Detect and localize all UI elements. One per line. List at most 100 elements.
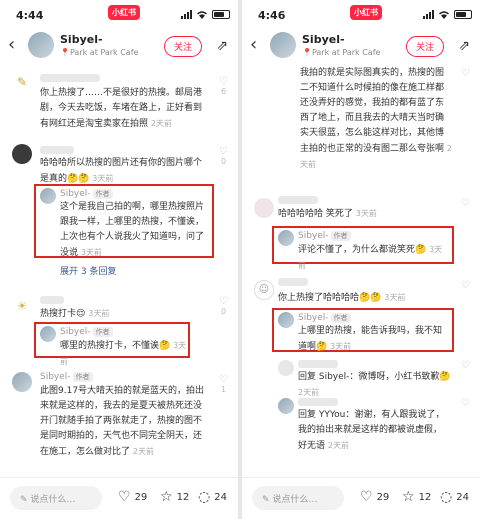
comment-text: 热搜打卡😌 3天前: [40, 309, 110, 319]
share-icon[interactable]: ⇗: [458, 38, 470, 54]
user-avatar[interactable]: [254, 198, 274, 218]
header: ‹ Sibyel- 📍Park at Park Cafe 关注 ⇗: [0, 28, 238, 64]
author-avatar[interactable]: [270, 32, 296, 58]
username-blur: [278, 196, 318, 204]
reply-item[interactable]: Sibyel- 作者 哪里的热搜打卡，不懂诶🤔 3天前: [0, 324, 238, 366]
comment-button[interactable]: ◌ 24: [198, 490, 227, 504]
reply-text: 这个是我自己拍的啊，哪里热搜照片跟我一样，上哪里的热搜，不懂诶，上次也有个人说我…: [60, 202, 205, 258]
heart-icon: ♡: [118, 489, 131, 505]
chat-icon: ◌: [440, 489, 453, 505]
like-icon[interactable]: ♡ 0: [219, 146, 228, 166]
reply-text: 回复 Sibyel-：微博呀，小红书致歉🤔 2天前: [298, 372, 451, 397]
status-bar: 4:46 小红书: [242, 0, 480, 28]
user-avatar[interactable]: [12, 144, 32, 164]
username-blur: [298, 398, 338, 406]
comment-text: 哈哈哈所以热搜的图片还有你的图片哪个是真的🤔🤔 3天前: [40, 158, 203, 184]
sun-icon: ☀: [12, 296, 32, 316]
comment-text: 你上热搜了哈哈哈哈🤔🤔 3天前: [278, 293, 406, 303]
reply-author: Sibyel- 作者: [298, 231, 351, 241]
username-blur: [40, 146, 74, 154]
follow-button[interactable]: 关注: [405, 36, 444, 57]
comment-list: ✎ 你上热搜了……不是很好的热搜。邮局港剧，今天去吃饭，车堵在路上，正好看到有网…: [0, 64, 238, 477]
like-icon[interactable]: ♡ 0: [219, 296, 228, 316]
reply-text: 哪里的热搜打卡，不懂诶🤔 3天前: [60, 341, 187, 366]
comment-item[interactable]: 哈哈哈哈哈 笑死了 3天前 ♡: [242, 196, 480, 222]
reply-text: 上哪里的热搜，能告诉我吗，我不知道啊🤔 3天前: [298, 326, 443, 352]
status-time: 4:46: [258, 9, 286, 22]
location-label: 📍Park at Park Cafe: [302, 48, 381, 57]
header: ‹ Sibyel- 📍Park at Park Cafe 关注 ⇗: [242, 28, 480, 64]
reply-item[interactable]: Sibyel- 作者 这个是我自己拍的啊，哪里热搜照片跟我一样，上哪里的热搜，不懂…: [0, 186, 238, 258]
reply-author: Sibyel- 作者: [60, 189, 113, 199]
bottom-bar: ✎ 说点什么… ♡ 29 ☆ 12 ◌ 24: [0, 477, 238, 519]
bottom-bar: ✎ 说点什么… ♡ 29 ☆ 12 ◌ 24: [242, 477, 480, 519]
star-icon: ☆: [402, 489, 415, 505]
share-icon[interactable]: ⇗: [216, 38, 228, 54]
author-avatar[interactable]: [28, 32, 54, 58]
signal-icon: [181, 10, 192, 19]
reply-item[interactable]: Sibyel- 作者 评论不懂了，为什么都说笑死🤔 3天前: [242, 228, 480, 270]
like-icon[interactable]: ♡: [461, 280, 470, 291]
wifi-icon: [197, 11, 207, 19]
comment-item[interactable]: Sibyel- 作者 此图9.17号大晴天拍的就是蓝天的，拍出来就是这样的，我去的…: [0, 368, 238, 477]
author-avatar[interactable]: [40, 326, 56, 342]
like-icon[interactable]: ♡: [461, 360, 470, 371]
username-blur: [298, 360, 338, 368]
like-button[interactable]: ♡ 29: [118, 490, 147, 504]
author-avatar[interactable]: [278, 312, 294, 328]
location-label: 📍Park at Park Cafe: [60, 48, 139, 57]
like-icon[interactable]: ♡: [461, 198, 470, 209]
author-avatar[interactable]: [40, 188, 56, 204]
heart-icon: ♡: [360, 489, 373, 505]
user-avatar[interactable]: [278, 360, 294, 376]
app-badge: 小红书: [350, 5, 382, 20]
back-icon[interactable]: ‹: [8, 36, 15, 54]
like-icon[interactable]: ♡ 1: [219, 374, 228, 394]
author-avatar[interactable]: [12, 372, 32, 392]
comment-item[interactable]: ☺ 你上热搜了哈哈哈哈🤔🤔 3天前 ♡: [242, 274, 480, 304]
reply-item[interactable]: Sibyel- 作者 上哪里的热搜，能告诉我吗，我不知道啊🤔 3天前: [242, 310, 480, 352]
reply-text: 回复 YYYou：谢谢，有人跟我说了，我的拍出来就是这样的都被说虚假，好无语 2…: [298, 410, 445, 451]
comment-item[interactable]: ✎ 你上热搜了……不是很好的热搜。邮局港剧，今天去吃饭，车堵在路上，正好看到有网…: [0, 70, 238, 130]
comment-author: Sibyel- 作者: [40, 372, 93, 382]
username-blur: [278, 278, 308, 286]
left-screenshot: 4:44 小红书 ‹ Sibyel- 📍Park at Park Cafe 关注…: [0, 0, 238, 519]
reply-author: Sibyel- 作者: [60, 327, 113, 337]
battery-icon: [212, 10, 230, 19]
comment-input[interactable]: ✎ 说点什么…: [10, 486, 102, 510]
back-icon[interactable]: ‹: [250, 36, 257, 54]
comment-list: 我拍的就是实际图真实的，热搜的图二不知道什么时候拍的像在施工样都还没弄好的感觉，…: [242, 64, 480, 477]
favorite-button[interactable]: ☆ 12: [160, 490, 189, 504]
expand-replies-link[interactable]: 展开 3 条回复: [60, 264, 116, 277]
reply-item[interactable]: 我拍的就是实际图真实的，热搜的图二不知道什么时候拍的像在施工样都还没弄好的感觉，…: [242, 64, 480, 169]
username-blur: [40, 74, 100, 82]
comment-text: 此图9.17号大晴天拍的就是蓝天的，拍出来就是这样的，我去的是夏天被热死还没开门…: [40, 386, 205, 457]
reply-author: Sibyel- 作者: [298, 313, 351, 323]
like-icon[interactable]: ♡ 6: [219, 76, 228, 96]
reply-text: 我拍的就是实际图真实的，热搜的图二不知道什么时候拍的像在施工样都还没弄好的感觉，…: [300, 68, 452, 169]
reply-item[interactable]: 回复 YYYou：谢谢，有人跟我说了，我的拍出来就是这样的都被说虚假，好无语 2…: [242, 398, 480, 458]
comment-item[interactable]: 哈哈哈所以热搜的图片还有你的图片哪个是真的🤔🤔 3天前 ♡ 0: [0, 140, 238, 184]
chat-icon: ◌: [198, 489, 211, 505]
author-avatar[interactable]: [278, 398, 294, 414]
author-avatar[interactable]: [278, 230, 294, 246]
like-icon[interactable]: ♡: [461, 68, 470, 79]
follow-button[interactable]: 关注: [163, 36, 202, 57]
author-name[interactable]: Sibyel-: [60, 33, 103, 46]
smiley-icon[interactable]: ☺: [254, 280, 274, 300]
comment-item[interactable]: ☀ 热搜打卡😌 3天前 ♡ 0: [0, 294, 238, 319]
reply-text: 评论不懂了，为什么都说笑死🤔 3天前: [298, 245, 443, 270]
star-icon: ☆: [160, 489, 173, 505]
signal-icon: [423, 10, 434, 19]
wifi-icon: [439, 11, 449, 19]
like-button[interactable]: ♡ 29: [360, 490, 389, 504]
battery-icon: [454, 10, 472, 19]
right-screenshot: 4:46 小红书 ‹ Sibyel- 📍Park at Park Cafe 关注…: [242, 0, 480, 519]
reply-item[interactable]: 回复 Sibyel-：微博呀，小红书致歉🤔 2天前 ♡: [242, 360, 480, 397]
pencil-icon: ✎: [12, 72, 32, 92]
author-name[interactable]: Sibyel-: [302, 33, 345, 46]
comment-input[interactable]: ✎ 说点什么…: [252, 486, 344, 510]
like-icon[interactable]: ♡: [461, 398, 470, 409]
comment-button[interactable]: ◌ 24: [440, 490, 469, 504]
favorite-button[interactable]: ☆ 12: [402, 490, 431, 504]
